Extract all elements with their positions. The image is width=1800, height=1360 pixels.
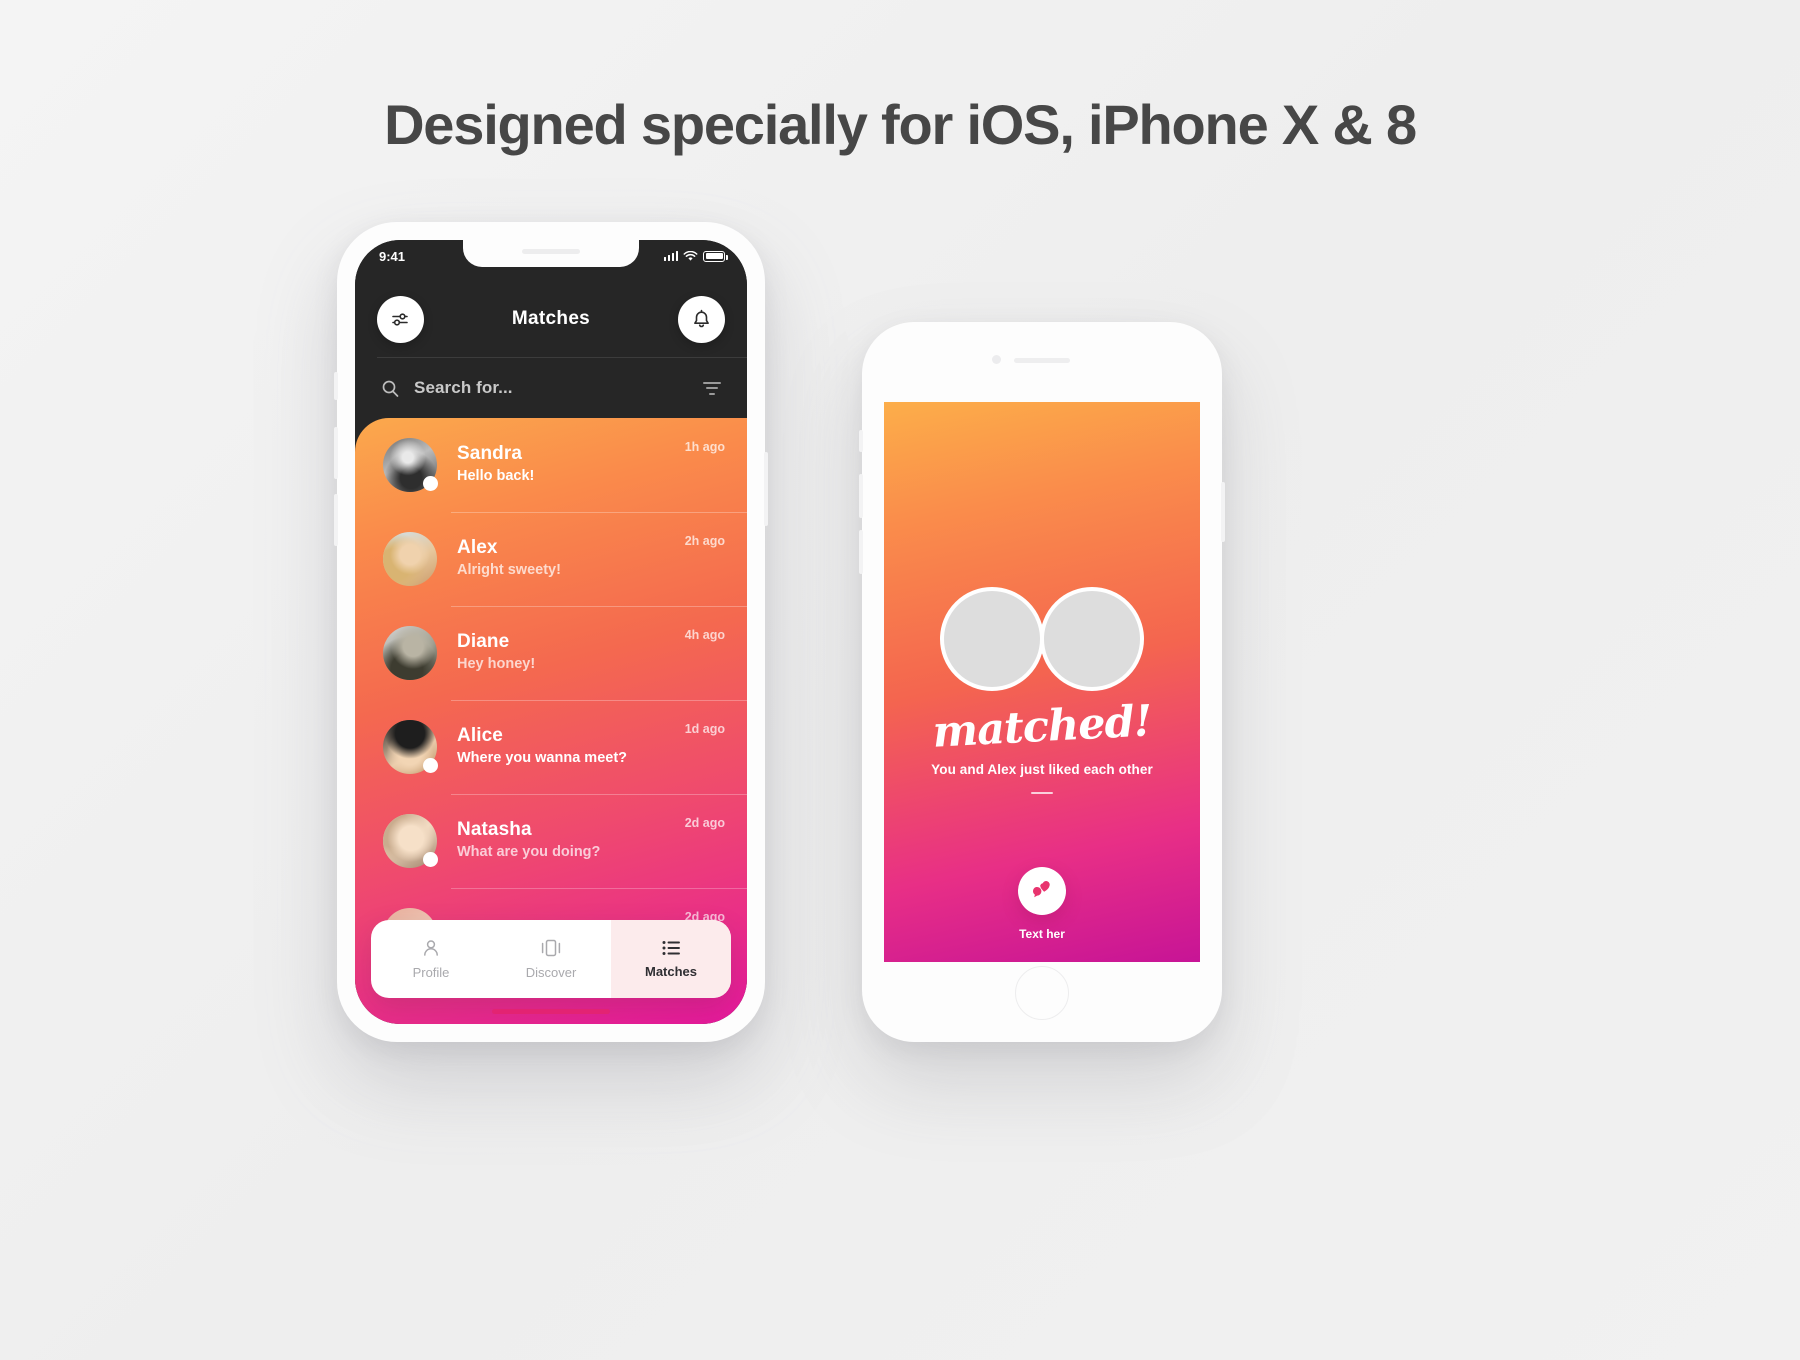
avatar — [383, 814, 438, 868]
filter-icon[interactable] — [703, 381, 727, 395]
match-name: Alice — [457, 725, 503, 747]
tab-matches-label: Matches — [644, 964, 698, 979]
list-item[interactable]: Alex Alright sweety! 2h ago — [355, 512, 747, 606]
matched-avatars — [940, 587, 1144, 691]
avatar-male — [940, 587, 1044, 691]
match-name: Diane — [457, 631, 510, 653]
match-time: 2h ago — [684, 534, 725, 548]
unread-dot — [423, 852, 438, 867]
match-message: Hello back! — [457, 468, 535, 484]
silent-switch — [859, 430, 863, 452]
avatar — [383, 720, 438, 774]
earpiece-speaker — [1014, 358, 1070, 363]
match-name: Alex — [457, 537, 498, 559]
unread-dot — [423, 476, 438, 491]
tab-matches[interactable]: Matches — [611, 920, 731, 998]
matched-title: matched! — [931, 696, 1153, 758]
iphone-8-device: matched! You and Alex just liked each ot… — [859, 322, 1225, 1042]
avatar — [383, 438, 438, 492]
avatar — [383, 532, 437, 586]
home-button[interactable] — [1015, 966, 1069, 1020]
battery-icon — [703, 250, 728, 262]
list-item[interactable]: Sandra Hello back! 1h ago — [355, 418, 747, 512]
status-time: 9:41 — [379, 248, 406, 264]
divider — [1031, 792, 1053, 794]
match-time: 4h ago — [684, 628, 725, 642]
home-indicator — [492, 1009, 610, 1014]
cards-icon — [541, 939, 561, 957]
list-item[interactable]: Alice Where you wanna meet? 1d ago — [355, 700, 747, 794]
volume-up-button — [859, 474, 863, 518]
notch — [463, 240, 639, 267]
match-message: Alright sweety! — [457, 562, 561, 578]
tab-discover-label: Discover — [525, 965, 577, 980]
match-name: Sandra — [457, 443, 523, 465]
avatar-photo — [383, 532, 437, 586]
filters-button[interactable] — [377, 295, 424, 343]
list-item[interactable]: Diane Hey honey! 4h ago — [355, 606, 747, 700]
volume-up-button — [334, 427, 338, 479]
avatar-female — [1040, 587, 1144, 691]
iphone-x-device: 9:41 Matches Search for... Sandra Hello … — [334, 222, 768, 1042]
search-input[interactable]: Search for... — [414, 378, 513, 398]
front-camera — [992, 355, 1001, 364]
person-icon — [424, 940, 438, 956]
earpiece-speaker — [522, 249, 580, 254]
match-message: Hey honey! — [457, 656, 536, 672]
list-item[interactable]: Natasha What are you doing? 2d ago — [355, 794, 747, 888]
tab-profile-label: Profile — [412, 965, 450, 980]
bell-icon — [694, 309, 709, 327]
power-button — [1221, 482, 1225, 542]
iphone-x-screen: 9:41 Matches Search for... Sandra Hello … — [355, 240, 747, 1024]
silent-switch — [334, 372, 338, 400]
iphone-8-screen: matched! You and Alex just liked each ot… — [884, 402, 1200, 962]
text-her-label: Text her — [1019, 927, 1065, 941]
nav-bar: Matches — [355, 290, 747, 348]
match-name: Natasha — [457, 819, 532, 841]
volume-down-button — [859, 530, 863, 574]
wifi-icon — [683, 250, 698, 261]
match-message: What are you doing? — [457, 844, 601, 860]
match-time: 2d ago — [684, 816, 725, 830]
signal-bars-icon — [663, 251, 678, 261]
volume-down-button — [334, 494, 338, 546]
page-root: Designed specially for iOS, iPhone X & 8… — [0, 0, 1800, 1360]
match-time: 1h ago — [684, 440, 725, 454]
list-icon — [662, 941, 680, 955]
unread-dot — [423, 758, 438, 773]
nav-title: Matches — [511, 308, 591, 329]
chat-heart-icon — [1033, 881, 1050, 898]
tab-discover[interactable]: Discover — [491, 920, 611, 998]
page-title: Designed specially for iOS, iPhone X & 8 — [384, 93, 1417, 156]
search-icon — [382, 380, 399, 397]
text-her-button[interactable] — [1018, 867, 1066, 915]
notifications-button[interactable] — [677, 295, 725, 343]
avatar-photo — [383, 626, 437, 680]
tab-profile[interactable]: Profile — [371, 920, 491, 998]
search-bar[interactable]: Search for... — [355, 358, 747, 418]
power-button — [764, 452, 768, 526]
match-time: 1d ago — [684, 722, 725, 736]
match-message: Where you wanna meet? — [457, 750, 628, 766]
sliders-icon — [392, 312, 408, 326]
matched-subtitle: You and Alex just liked each other — [931, 762, 1153, 777]
avatar — [383, 626, 437, 680]
bottom-tab-bar[interactable]: Profile Discover Matches — [371, 920, 731, 998]
app-header: Matches Search for... — [355, 240, 747, 440]
